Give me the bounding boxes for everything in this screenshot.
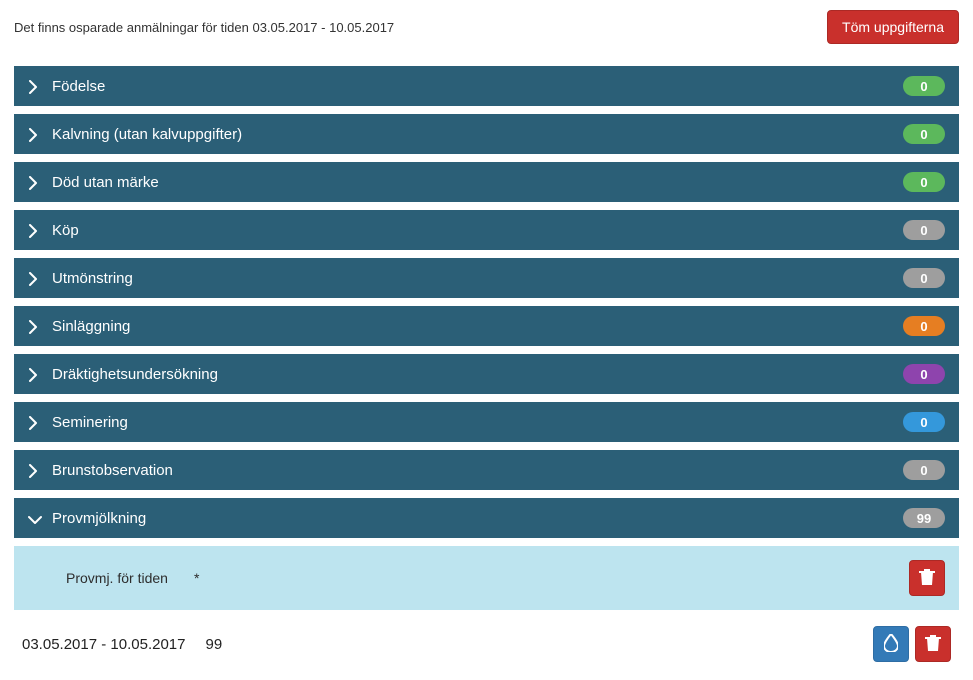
accordion-item-left: Provmjölkning bbox=[28, 510, 146, 527]
accordion-item-dod[interactable]: Död utan märke 0 bbox=[14, 162, 959, 202]
clear-button[interactable]: Töm uppgifterna bbox=[827, 10, 959, 44]
accordion-item-left: Kalvning (utan kalvuppgifter) bbox=[28, 126, 242, 143]
summary-value: 99 bbox=[205, 636, 222, 653]
accordion-item-utmonstring[interactable]: Utmönstring 0 bbox=[14, 258, 959, 298]
provmjolkning-panel: Provmj. för tiden * bbox=[14, 546, 959, 610]
summary-actions bbox=[873, 626, 951, 662]
count-badge: 0 bbox=[903, 316, 945, 336]
accordion-item-label: Brunstobservation bbox=[52, 462, 173, 479]
accordion-item-brunstobservation[interactable]: Brunstobservation 0 bbox=[14, 450, 959, 490]
accordion-item-label: Dräktighetsundersökning bbox=[52, 366, 218, 383]
accordion-item-left: Seminering bbox=[28, 414, 128, 431]
accordion-item-provmjolkning[interactable]: Provmjölkning 99 bbox=[14, 498, 959, 538]
field-row: Provmj. för tiden * bbox=[66, 570, 199, 586]
accordion: Födelse 0 Kalvning (utan kalvuppgifter) … bbox=[14, 66, 959, 610]
field-label: Provmj. för tiden bbox=[66, 570, 168, 586]
delete-button[interactable] bbox=[909, 560, 945, 596]
accordion-item-label: Utmönstring bbox=[52, 270, 133, 287]
accordion-item-kalvning[interactable]: Kalvning (utan kalvuppgifter) 0 bbox=[14, 114, 959, 154]
delete-button[interactable] bbox=[915, 626, 951, 662]
count-badge: 0 bbox=[903, 364, 945, 384]
accordion-item-left: Död utan märke bbox=[28, 174, 159, 191]
count-badge: 0 bbox=[903, 124, 945, 144]
accordion-item-seminering[interactable]: Seminering 0 bbox=[14, 402, 959, 442]
chevron-right-icon bbox=[28, 224, 40, 236]
chevron-right-icon bbox=[28, 464, 40, 476]
drop-button[interactable] bbox=[873, 626, 909, 662]
count-badge: 0 bbox=[903, 460, 945, 480]
accordion-item-label: Seminering bbox=[52, 414, 128, 431]
header: Det finns osparade anmälningar för tiden… bbox=[14, 10, 959, 44]
trash-icon bbox=[925, 634, 941, 655]
count-badge: 99 bbox=[903, 508, 945, 528]
count-badge: 0 bbox=[903, 412, 945, 432]
accordion-item-left: Brunstobservation bbox=[28, 462, 173, 479]
chevron-right-icon bbox=[28, 320, 40, 332]
accordion-item-left: Dräktighetsundersökning bbox=[28, 366, 218, 383]
accordion-item-label: Kalvning (utan kalvuppgifter) bbox=[52, 126, 242, 143]
chevron-right-icon bbox=[28, 176, 40, 188]
chevron-right-icon bbox=[28, 80, 40, 92]
chevron-right-icon bbox=[28, 416, 40, 428]
summary-left: 03.05.2017 - 10.05.2017 99 bbox=[22, 636, 222, 653]
count-badge: 0 bbox=[903, 76, 945, 96]
accordion-item-left: Köp bbox=[28, 222, 79, 239]
count-badge: 0 bbox=[903, 220, 945, 240]
trash-icon bbox=[919, 568, 935, 589]
chevron-right-icon bbox=[28, 128, 40, 140]
accordion-item-label: Sinläggning bbox=[52, 318, 130, 335]
accordion-item-label: Köp bbox=[52, 222, 79, 239]
accordion-item-label: Födelse bbox=[52, 78, 105, 95]
accordion-item-label: Provmjölkning bbox=[52, 510, 146, 527]
accordion-item-fodelse[interactable]: Födelse 0 bbox=[14, 66, 959, 106]
chevron-down-icon bbox=[28, 512, 40, 524]
chevron-right-icon bbox=[28, 272, 40, 284]
accordion-item-sinlaggning[interactable]: Sinläggning 0 bbox=[14, 306, 959, 346]
accordion-item-left: Födelse bbox=[28, 78, 105, 95]
accordion-item-label: Död utan märke bbox=[52, 174, 159, 191]
date-range: 03.05.2017 - 10.05.2017 bbox=[22, 636, 185, 653]
count-badge: 0 bbox=[903, 172, 945, 192]
accordion-item-draktighet[interactable]: Dräktighetsundersökning 0 bbox=[14, 354, 959, 394]
accordion-item-left: Sinläggning bbox=[28, 318, 130, 335]
summary-row: 03.05.2017 - 10.05.2017 99 bbox=[14, 614, 959, 670]
accordion-item-left: Utmönstring bbox=[28, 270, 133, 287]
drop-icon bbox=[884, 634, 898, 655]
accordion-item-kop[interactable]: Köp 0 bbox=[14, 210, 959, 250]
chevron-right-icon bbox=[28, 368, 40, 380]
count-badge: 0 bbox=[903, 268, 945, 288]
required-mark: * bbox=[194, 570, 199, 586]
unsaved-message: Det finns osparade anmälningar för tiden… bbox=[14, 20, 394, 35]
